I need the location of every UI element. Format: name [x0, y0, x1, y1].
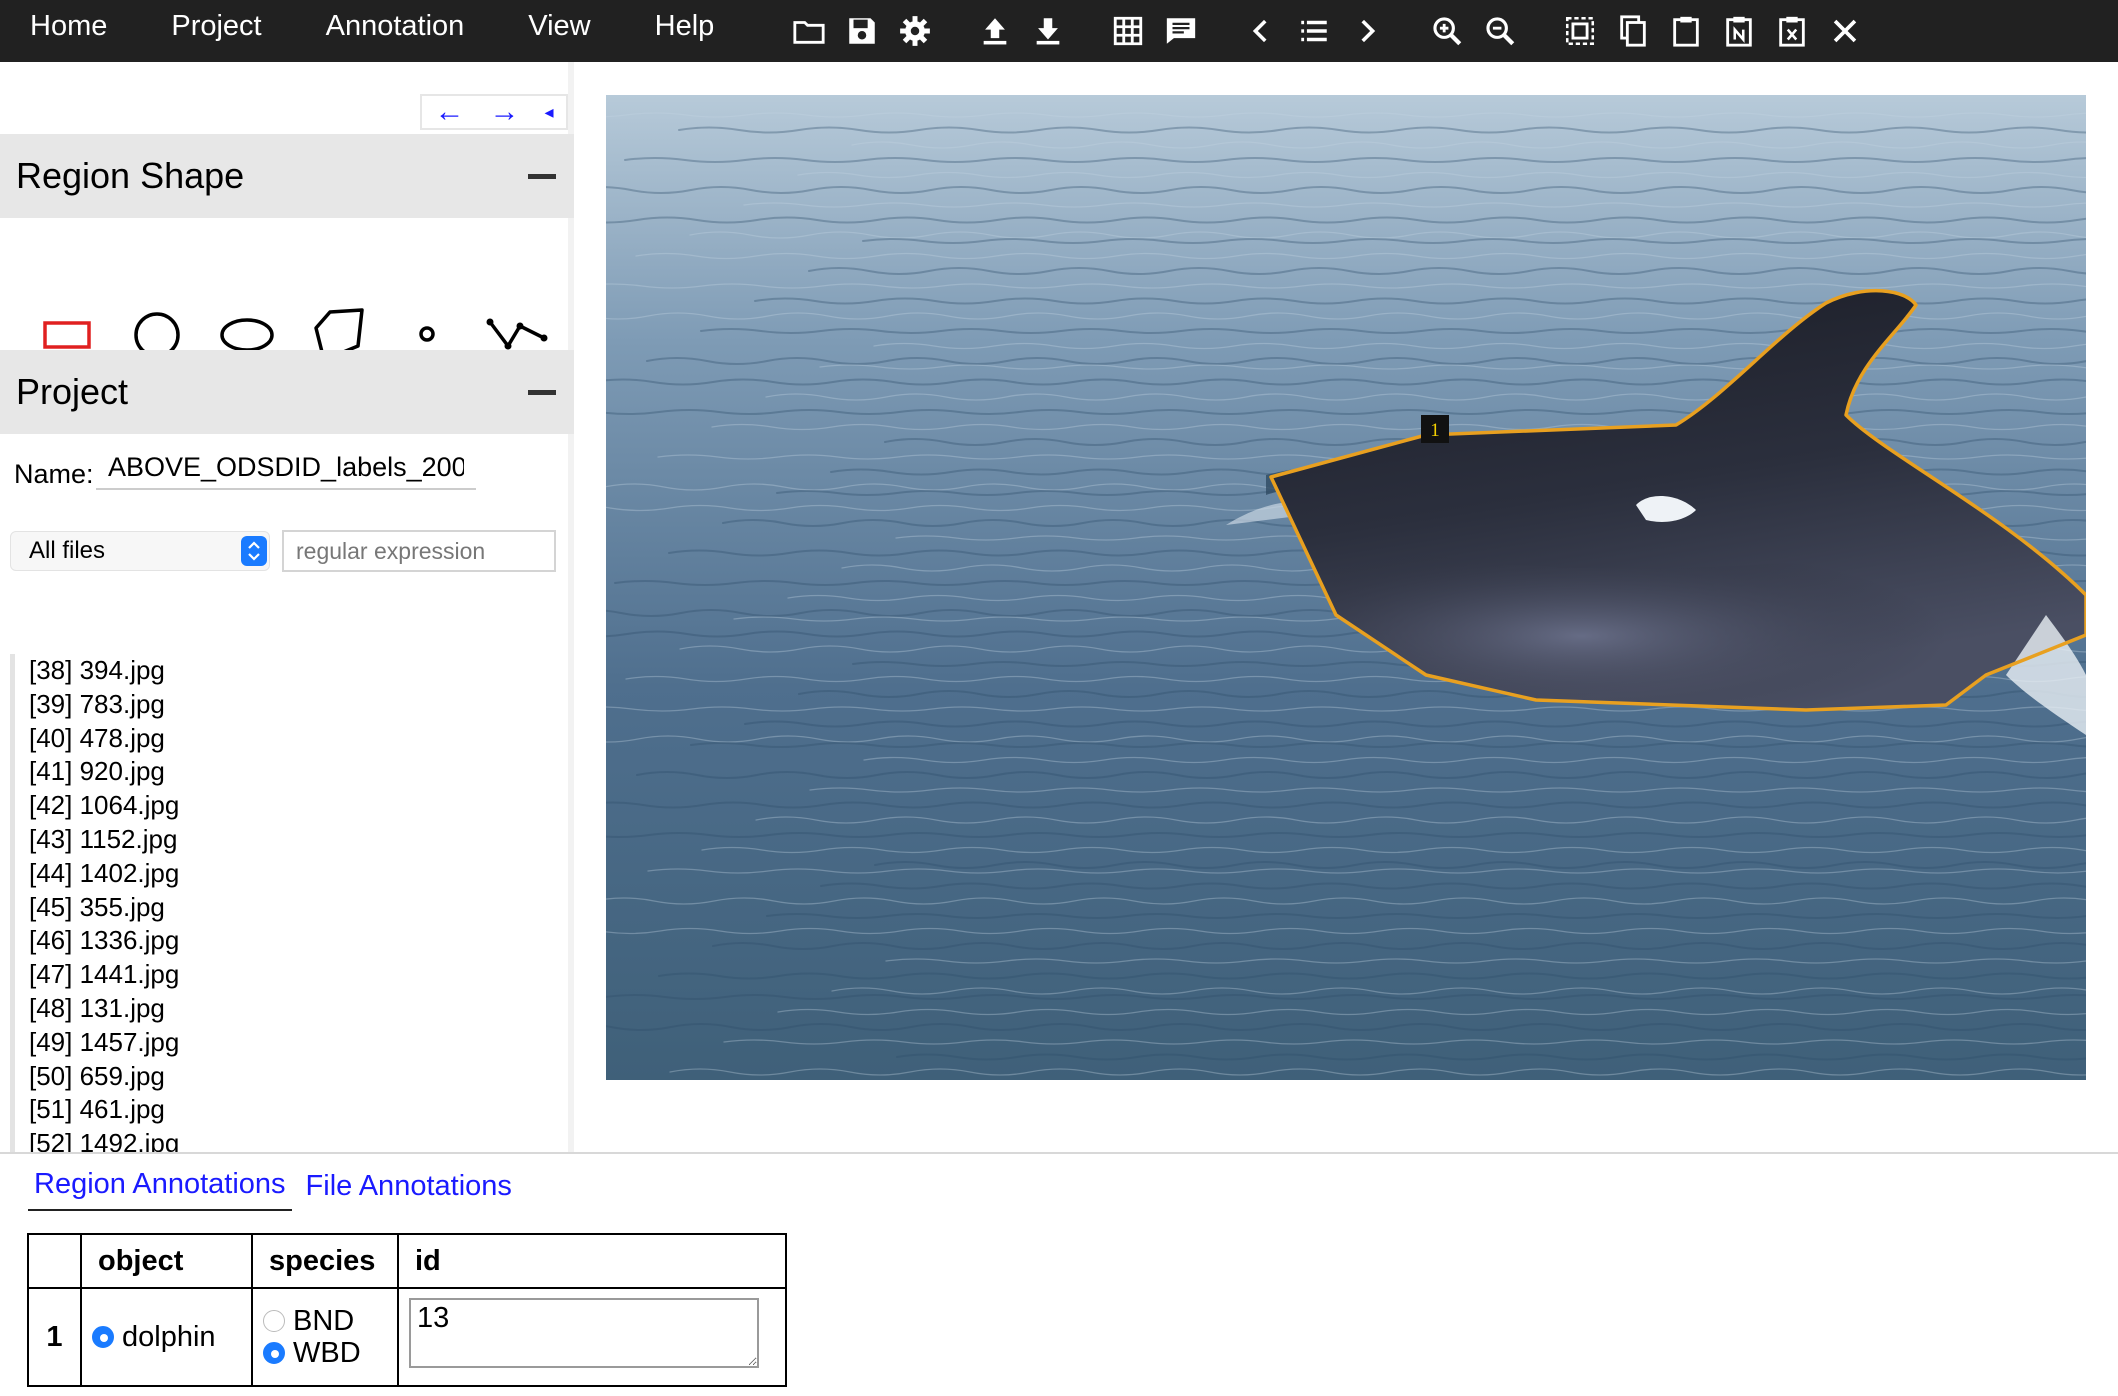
radio-selected-icon[interactable] — [263, 1342, 285, 1364]
annotation-tabs: Region Annotations File Annotations — [28, 1168, 526, 1211]
tab-file-annotations[interactable]: File Annotations — [300, 1170, 518, 1211]
species-option-wbd[interactable]: WBD — [263, 1337, 387, 1369]
column-header-id: id — [397, 1233, 787, 1289]
list-icon[interactable] — [1287, 0, 1340, 62]
radio-selected-icon[interactable] — [92, 1326, 114, 1348]
radio-unselected-icon[interactable] — [263, 1310, 285, 1332]
file-list-item[interactable]: [51] 461.jpg — [29, 1093, 570, 1127]
menu-help[interactable]: Help — [623, 0, 747, 62]
species-cell: BND WBD — [251, 1287, 399, 1387]
tab-region-annotations[interactable]: Region Annotations — [28, 1168, 292, 1211]
image-canvas[interactable]: 1 — [606, 95, 2086, 1080]
file-list-item[interactable]: [43] 1152.jpg — [29, 823, 570, 857]
object-option-dolphin[interactable]: dolphin — [92, 1321, 241, 1353]
file-filter-value: All files — [29, 537, 106, 564]
paste-icon[interactable] — [1659, 0, 1712, 62]
species-option-label: BND — [293, 1305, 355, 1337]
copy-icon[interactable] — [1606, 0, 1659, 62]
file-list: [38] 394.jpg [39] 783.jpg [40] 478.jpg [41]… — [10, 654, 570, 1212]
menu-home[interactable]: Home — [14, 0, 139, 62]
save-icon[interactable] — [835, 0, 888, 62]
file-list-item[interactable]: [48] 131.jpg — [29, 992, 570, 1026]
annotated-image[interactable]: 1 — [606, 95, 2086, 1080]
region-shape-title: Region Shape — [16, 155, 245, 196]
file-list-item[interactable]: [47] 1441.jpg — [29, 958, 570, 992]
file-filter-select[interactable]: All files — [10, 531, 270, 571]
file-list-item[interactable]: [50] 659.jpg — [29, 1060, 570, 1094]
select-arrows-icon — [241, 536, 267, 566]
region-id-tag[interactable]: 1 — [1421, 415, 1449, 443]
column-header-number — [27, 1233, 82, 1289]
project-title: Project — [16, 371, 129, 412]
collapse-left-icon[interactable]: ◂ — [544, 97, 553, 127]
project-header[interactable]: Project — [0, 350, 574, 434]
grid-icon[interactable] — [1101, 0, 1154, 62]
collapse-icon[interactable] — [528, 389, 556, 395]
attribute-table: object species id 1 dolphin BND WBD 13 — [27, 1233, 787, 1387]
prev-icon[interactable] — [1234, 0, 1287, 62]
id-cell — [397, 1287, 787, 1387]
project-name-input[interactable] — [96, 446, 476, 490]
row-number: 1 — [27, 1287, 82, 1387]
paste-n-icon[interactable] — [1712, 0, 1765, 62]
main-menu: Home Project Annotation View Help — [0, 0, 746, 62]
settings-gear-icon[interactable] — [888, 0, 941, 62]
annotation-editor: Region Annotations File Annotations obje… — [0, 1152, 2118, 1396]
file-list-item[interactable]: [44] 1402.jpg — [29, 857, 570, 891]
column-header-species: species — [251, 1233, 399, 1289]
close-icon[interactable] — [1818, 0, 1871, 62]
file-list-item[interactable]: [41] 920.jpg — [29, 755, 570, 789]
file-list-item[interactable]: [45] 355.jpg — [29, 891, 570, 925]
folder-open-icon[interactable] — [782, 0, 835, 62]
table-header-row: object species id — [27, 1233, 787, 1289]
download-icon[interactable] — [1021, 0, 1074, 62]
file-list-item[interactable]: [38] 394.jpg — [29, 654, 570, 688]
object-option-label: dolphin — [122, 1321, 216, 1353]
species-option-bnd[interactable]: BND — [263, 1305, 387, 1337]
table-row: 1 dolphin BND WBD — [27, 1287, 787, 1387]
top-menu-bar: Home Project Annotation View Help — [0, 0, 2118, 62]
left-sidebar: ← → ◂ Region Shape Project Name: ABOVE_O… — [0, 62, 574, 1212]
project-name-label: Name: — [14, 459, 94, 489]
delete-icon[interactable] — [1765, 0, 1818, 62]
file-list-item[interactable]: [46] 1336.jpg — [29, 924, 570, 958]
region-id-label: 1 — [1430, 420, 1440, 441]
menu-annotation[interactable]: Annotation — [294, 0, 497, 62]
region-shape-header[interactable]: Region Shape — [0, 134, 574, 218]
comment-icon[interactable] — [1154, 0, 1207, 62]
menu-project[interactable]: Project — [139, 0, 293, 62]
id-textarea[interactable] — [409, 1298, 759, 1368]
zoom-out-icon[interactable] — [1473, 0, 1526, 62]
regex-filter-input[interactable] — [282, 530, 556, 572]
file-filter-row: All files — [10, 530, 556, 572]
collapse-icon[interactable] — [528, 173, 556, 179]
file-list-item[interactable]: [40] 478.jpg — [29, 722, 570, 756]
panel-nav: ← → ◂ — [420, 94, 568, 130]
toolbar — [782, 0, 1871, 62]
object-cell: dolphin — [80, 1287, 253, 1387]
arrow-right-icon[interactable]: → — [489, 97, 519, 127]
file-list-item[interactable]: [39] 783.jpg — [29, 688, 570, 722]
species-option-label: WBD — [293, 1337, 361, 1369]
file-list-item[interactable]: [49] 1457.jpg — [29, 1026, 570, 1060]
upload-icon[interactable] — [968, 0, 1021, 62]
menu-view[interactable]: View — [496, 0, 622, 62]
zoom-in-icon[interactable] — [1420, 0, 1473, 62]
column-header-object: object — [80, 1233, 253, 1289]
arrow-left-icon[interactable]: ← — [434, 97, 464, 127]
project-name-row: Name: — [14, 446, 476, 490]
next-icon[interactable] — [1340, 0, 1393, 62]
select-all-icon[interactable] — [1553, 0, 1606, 62]
file-list-item[interactable]: [42] 1064.jpg — [29, 789, 570, 823]
